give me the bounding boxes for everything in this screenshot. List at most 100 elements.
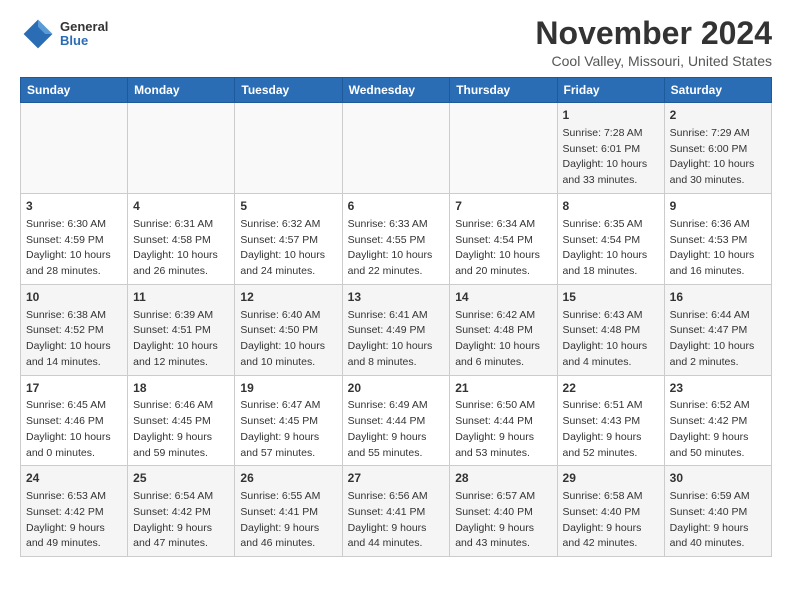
day-info: Sunrise: 6:47 AM Sunset: 4:45 PM Dayligh… bbox=[240, 398, 336, 461]
logo: General Blue bbox=[20, 16, 108, 52]
weekday-header-thursday: Thursday bbox=[450, 78, 557, 103]
day-number: 5 bbox=[240, 198, 336, 215]
day-cell: 25 Sunrise: 6:54 AM Sunset: 4:42 PM Dayli… bbox=[128, 466, 235, 557]
day-cell bbox=[128, 103, 235, 194]
day-info: Sunrise: 6:35 AM Sunset: 4:54 PM Dayligh… bbox=[563, 217, 659, 280]
day-number: 13 bbox=[348, 289, 445, 306]
day-number: 9 bbox=[670, 198, 766, 215]
day-number: 20 bbox=[348, 380, 445, 397]
day-number: 30 bbox=[670, 470, 766, 487]
weekday-row: SundayMondayTuesdayWednesdayThursdayFrid… bbox=[21, 78, 772, 103]
day-number: 23 bbox=[670, 380, 766, 397]
week-row-3: 10Sunrise: 6:38 AM Sunset: 4:52 PM Dayli… bbox=[21, 284, 772, 375]
day-number: 26 bbox=[240, 470, 336, 487]
day-number: 28 bbox=[455, 470, 551, 487]
day-info: Sunrise: 6:34 AM Sunset: 4:54 PM Dayligh… bbox=[455, 217, 551, 280]
week-row-2: 3 Sunrise: 6:30 AM Sunset: 4:59 PM Daylig… bbox=[21, 193, 772, 284]
day-number: 25 bbox=[133, 470, 229, 487]
day-info: Sunrise: 7:28 AM Sunset: 6:01 PM Dayligh… bbox=[563, 126, 659, 189]
day-cell: 16 Sunrise: 6:44 AM Sunset: 4:47 PM Dayli… bbox=[664, 284, 771, 375]
day-info: Sunrise: 6:53 AM Sunset: 4:42 PM Dayligh… bbox=[26, 489, 122, 552]
day-info: Sunrise: 6:56 AM Sunset: 4:41 PM Dayligh… bbox=[348, 489, 445, 552]
location: Cool Valley, Missouri, United States bbox=[535, 53, 772, 69]
day-info: Sunrise: 6:36 AM Sunset: 4:53 PM Dayligh… bbox=[670, 217, 766, 280]
day-info: Sunrise: 6:39 AM Sunset: 4:51 PM Dayligh… bbox=[133, 308, 229, 371]
day-info: Sunrise: 6:32 AM Sunset: 4:57 PM Dayligh… bbox=[240, 217, 336, 280]
day-number: 16 bbox=[670, 289, 766, 306]
day-number: 15 bbox=[563, 289, 659, 306]
day-cell: 4 Sunrise: 6:31 AM Sunset: 4:58 PM Daylig… bbox=[128, 193, 235, 284]
logo-general: General bbox=[60, 20, 108, 34]
day-info: Sunrise: 6:55 AM Sunset: 4:41 PM Dayligh… bbox=[240, 489, 336, 552]
day-info: Sunrise: 6:44 AM Sunset: 4:47 PM Dayligh… bbox=[670, 308, 766, 371]
day-cell: 27Sunrise: 6:56 AM Sunset: 4:41 PM Dayli… bbox=[342, 466, 450, 557]
day-cell: 15 Sunrise: 6:43 AM Sunset: 4:48 PM Dayli… bbox=[557, 284, 664, 375]
day-cell: 8 Sunrise: 6:35 AM Sunset: 4:54 PM Daylig… bbox=[557, 193, 664, 284]
day-number: 1 bbox=[563, 107, 659, 124]
day-cell: 23Sunrise: 6:52 AM Sunset: 4:42 PM Dayli… bbox=[664, 375, 771, 466]
weekday-header-friday: Friday bbox=[557, 78, 664, 103]
month-title: November 2024 bbox=[535, 16, 772, 51]
day-cell: 6Sunrise: 6:33 AM Sunset: 4:55 PM Daylig… bbox=[342, 193, 450, 284]
day-cell: 2 Sunrise: 7:29 AM Sunset: 6:00 PM Daylig… bbox=[664, 103, 771, 194]
weekday-header-sunday: Sunday bbox=[21, 78, 128, 103]
day-cell: 19Sunrise: 6:47 AM Sunset: 4:45 PM Dayli… bbox=[235, 375, 342, 466]
day-cell: 11Sunrise: 6:39 AM Sunset: 4:51 PM Dayli… bbox=[128, 284, 235, 375]
day-cell: 22Sunrise: 6:51 AM Sunset: 4:43 PM Dayli… bbox=[557, 375, 664, 466]
day-info: Sunrise: 6:50 AM Sunset: 4:44 PM Dayligh… bbox=[455, 398, 551, 461]
day-info: Sunrise: 6:40 AM Sunset: 4:50 PM Dayligh… bbox=[240, 308, 336, 371]
day-info: Sunrise: 6:43 AM Sunset: 4:48 PM Dayligh… bbox=[563, 308, 659, 371]
day-info: Sunrise: 6:52 AM Sunset: 4:42 PM Dayligh… bbox=[670, 398, 766, 461]
day-number: 29 bbox=[563, 470, 659, 487]
day-cell: 3 Sunrise: 6:30 AM Sunset: 4:59 PM Daylig… bbox=[21, 193, 128, 284]
day-cell: 17Sunrise: 6:45 AM Sunset: 4:46 PM Dayli… bbox=[21, 375, 128, 466]
day-info: Sunrise: 6:57 AM Sunset: 4:40 PM Dayligh… bbox=[455, 489, 551, 552]
weekday-header-wednesday: Wednesday bbox=[342, 78, 450, 103]
logo-text: General Blue bbox=[60, 20, 108, 49]
day-cell: 13Sunrise: 6:41 AM Sunset: 4:49 PM Dayli… bbox=[342, 284, 450, 375]
day-cell: 18Sunrise: 6:46 AM Sunset: 4:45 PM Dayli… bbox=[128, 375, 235, 466]
day-number: 17 bbox=[26, 380, 122, 397]
day-number: 24 bbox=[26, 470, 122, 487]
day-info: Sunrise: 6:59 AM Sunset: 4:40 PM Dayligh… bbox=[670, 489, 766, 552]
day-info: Sunrise: 6:31 AM Sunset: 4:58 PM Dayligh… bbox=[133, 217, 229, 280]
day-cell: 24 Sunrise: 6:53 AM Sunset: 4:42 PM Dayli… bbox=[21, 466, 128, 557]
day-cell: 7Sunrise: 6:34 AM Sunset: 4:54 PM Daylig… bbox=[450, 193, 557, 284]
day-cell: 21Sunrise: 6:50 AM Sunset: 4:44 PM Dayli… bbox=[450, 375, 557, 466]
day-number: 3 bbox=[26, 198, 122, 215]
day-cell: 29 Sunrise: 6:58 AM Sunset: 4:40 PM Dayli… bbox=[557, 466, 664, 557]
day-number: 2 bbox=[670, 107, 766, 124]
day-cell bbox=[21, 103, 128, 194]
day-cell bbox=[450, 103, 557, 194]
calendar-header: SundayMondayTuesdayWednesdayThursdayFrid… bbox=[21, 78, 772, 103]
day-info: Sunrise: 6:54 AM Sunset: 4:42 PM Dayligh… bbox=[133, 489, 229, 552]
day-number: 4 bbox=[133, 198, 229, 215]
day-number: 18 bbox=[133, 380, 229, 397]
day-info: Sunrise: 6:49 AM Sunset: 4:44 PM Dayligh… bbox=[348, 398, 445, 461]
day-number: 19 bbox=[240, 380, 336, 397]
day-number: 14 bbox=[455, 289, 551, 306]
day-number: 12 bbox=[240, 289, 336, 306]
day-number: 8 bbox=[563, 198, 659, 215]
day-cell bbox=[342, 103, 450, 194]
logo-blue: Blue bbox=[60, 34, 108, 48]
day-number: 21 bbox=[455, 380, 551, 397]
header: General Blue November 2024 Cool Valley, … bbox=[20, 16, 772, 69]
logo-icon bbox=[20, 16, 56, 52]
day-info: Sunrise: 6:58 AM Sunset: 4:40 PM Dayligh… bbox=[563, 489, 659, 552]
day-info: Sunrise: 6:33 AM Sunset: 4:55 PM Dayligh… bbox=[348, 217, 445, 280]
day-cell: 14Sunrise: 6:42 AM Sunset: 4:48 PM Dayli… bbox=[450, 284, 557, 375]
title-area: November 2024 Cool Valley, Missouri, Uni… bbox=[535, 16, 772, 69]
day-cell: 20Sunrise: 6:49 AM Sunset: 4:44 PM Dayli… bbox=[342, 375, 450, 466]
weekday-header-saturday: Saturday bbox=[664, 78, 771, 103]
day-cell: 5 Sunrise: 6:32 AM Sunset: 4:57 PM Daylig… bbox=[235, 193, 342, 284]
day-number: 22 bbox=[563, 380, 659, 397]
day-info: Sunrise: 6:38 AM Sunset: 4:52 PM Dayligh… bbox=[26, 308, 122, 371]
day-cell: 1 Sunrise: 7:28 AM Sunset: 6:01 PM Daylig… bbox=[557, 103, 664, 194]
day-info: Sunrise: 7:29 AM Sunset: 6:00 PM Dayligh… bbox=[670, 126, 766, 189]
day-cell: 12 Sunrise: 6:40 AM Sunset: 4:50 PM Dayli… bbox=[235, 284, 342, 375]
day-info: Sunrise: 6:30 AM Sunset: 4:59 PM Dayligh… bbox=[26, 217, 122, 280]
week-row-4: 17Sunrise: 6:45 AM Sunset: 4:46 PM Dayli… bbox=[21, 375, 772, 466]
day-cell: 9 Sunrise: 6:36 AM Sunset: 4:53 PM Daylig… bbox=[664, 193, 771, 284]
day-cell: 26 Sunrise: 6:55 AM Sunset: 4:41 PM Dayli… bbox=[235, 466, 342, 557]
